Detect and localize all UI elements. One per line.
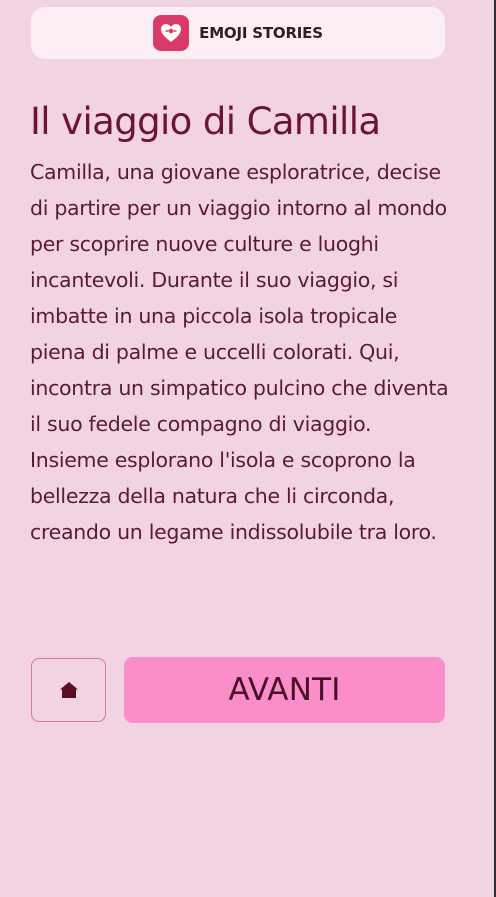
story-text: Camilla, una giovane esploratrice, decis…: [30, 160, 449, 544]
next-button[interactable]: AVANTI: [124, 657, 445, 723]
home-button[interactable]: [31, 658, 106, 722]
story-page: EMOJI STORIES Il viaggio di Camilla Cami…: [0, 0, 496, 897]
app-header: EMOJI STORIES: [31, 7, 445, 59]
app-title: EMOJI STORIES: [199, 24, 323, 42]
app-logo: [153, 15, 190, 51]
puzzle-heart-icon: [161, 24, 182, 42]
home-icon: [59, 682, 78, 698]
next-button-label: AVANTI: [228, 672, 341, 708]
story-title: Il viaggio di Camilla: [30, 100, 381, 143]
